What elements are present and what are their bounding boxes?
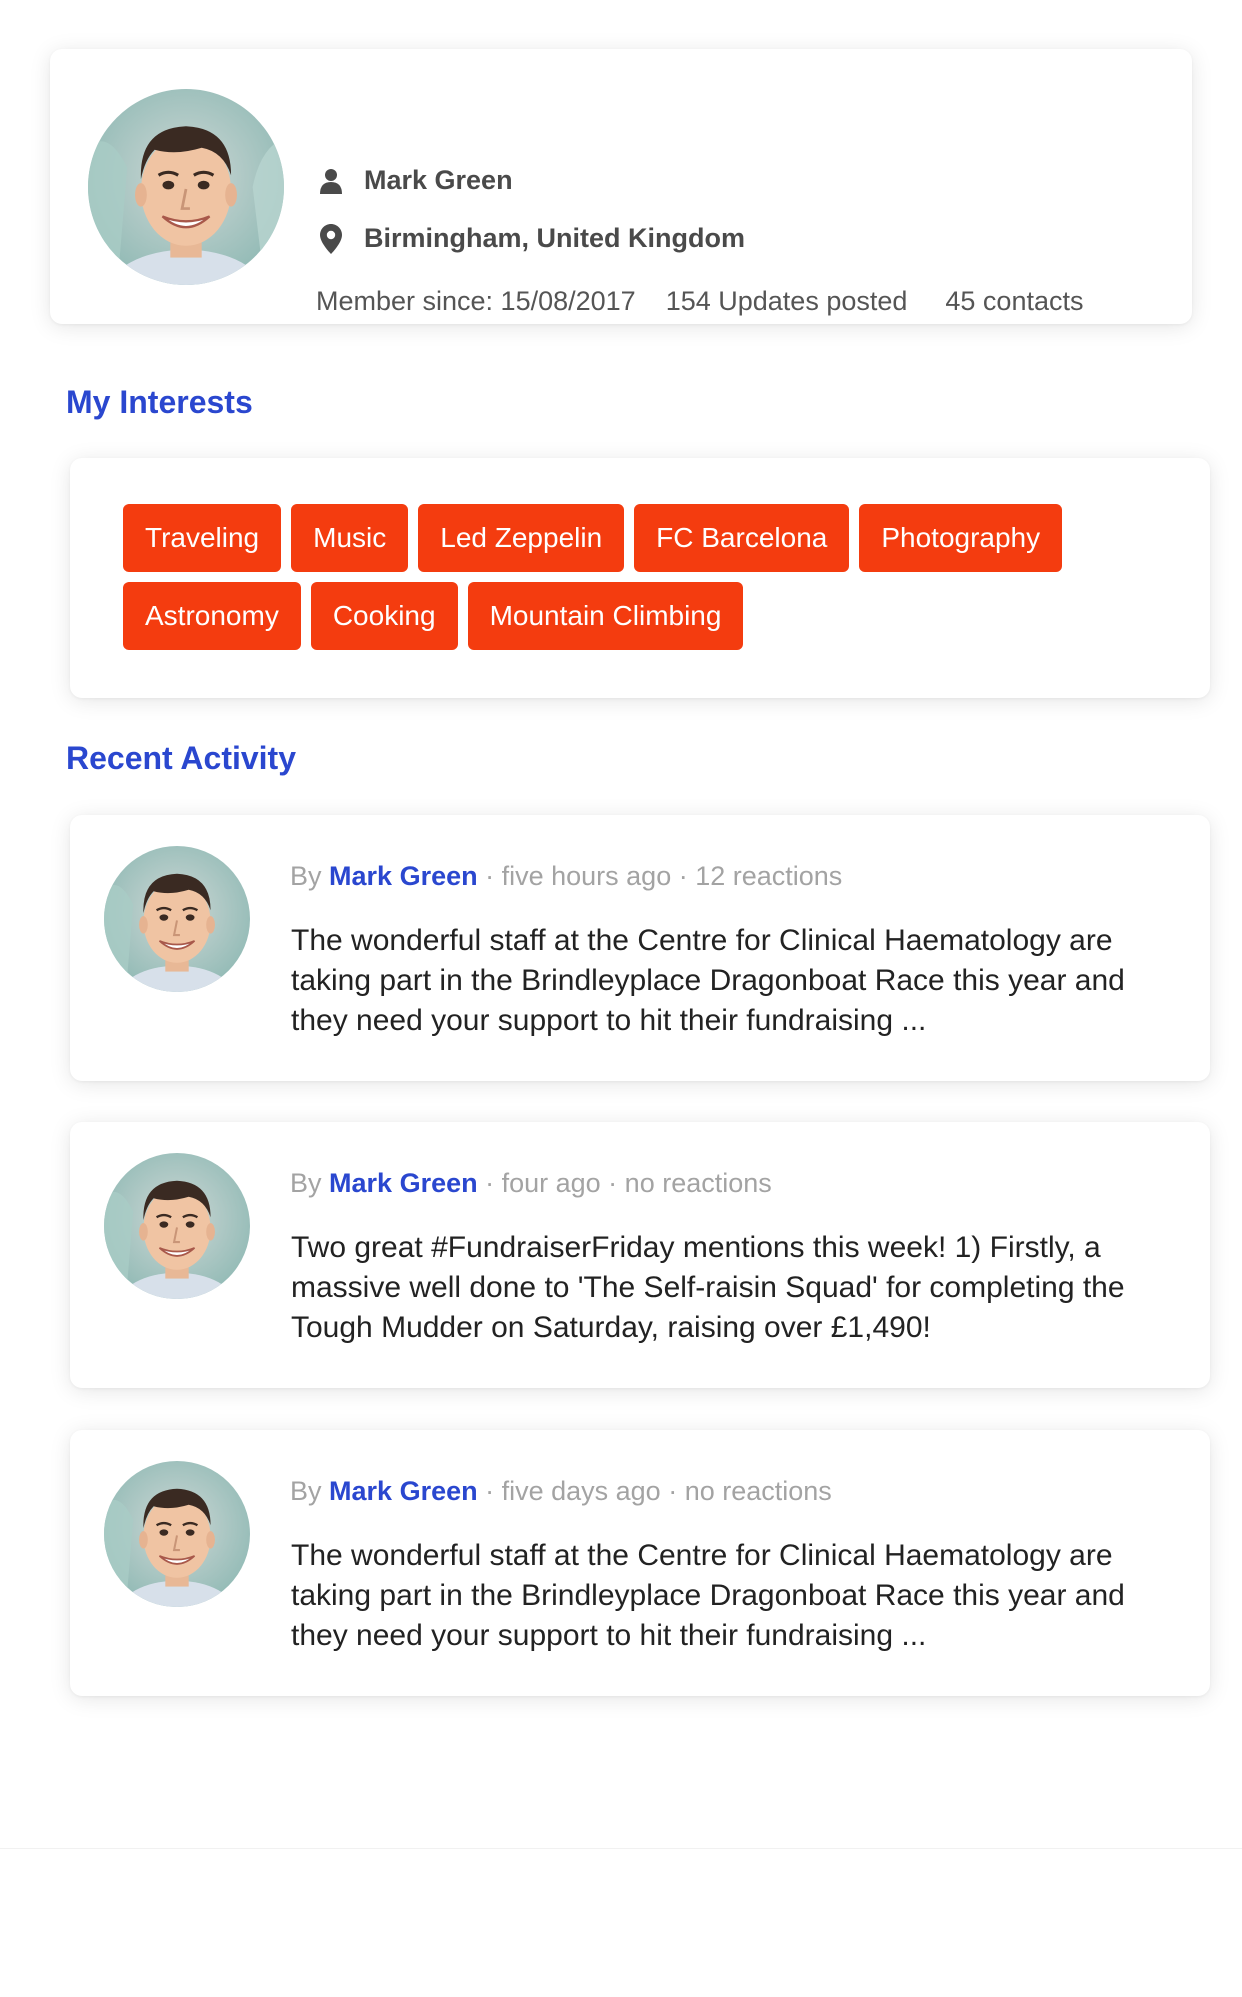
activity-text: The wonderful staff at the Centre for Cl…: [291, 924, 1125, 1037]
profile-name-row: Mark Green: [318, 165, 513, 196]
activity-meta: By Mark Green · four ago · no reactions: [290, 1168, 772, 1199]
avatar-photo-icon: [88, 89, 284, 285]
activity-meta: By Mark Green · five days ago · no react…: [290, 1476, 832, 1507]
activity-item[interactable]: By Mark Green · four ago · no reactions …: [70, 1122, 1210, 1388]
author-link[interactable]: Mark Green: [329, 1168, 478, 1198]
activity-item[interactable]: By Mark Green · five days ago · no react…: [70, 1430, 1210, 1696]
bottom-area: [0, 1848, 1242, 1997]
interest-tag[interactable]: Music: [291, 504, 409, 572]
meta-details: · four ago · no reactions: [477, 1168, 772, 1198]
meta-by: By: [290, 861, 322, 891]
interest-tags: Traveling Music Led Zeppelin FC Barcelon…: [123, 504, 1123, 650]
author-link[interactable]: Mark Green: [329, 861, 478, 891]
interest-tag[interactable]: FC Barcelona: [634, 504, 850, 572]
activity-avatar[interactable]: [104, 846, 250, 992]
activity-meta: By Mark Green · five hours ago · 12 reac…: [290, 861, 842, 892]
meta-details: · five days ago · no reactions: [477, 1476, 832, 1506]
avatar-photo-icon: [104, 1461, 250, 1607]
profile-location: Birmingham, United Kingdom: [364, 223, 745, 253]
interest-tag[interactable]: Photography: [859, 504, 1063, 572]
activity-avatar[interactable]: [104, 1153, 250, 1299]
updates-count[interactable]: 154 Updates posted: [666, 286, 908, 317]
map-pin-icon: [318, 223, 344, 254]
member-since: Member since: 15/08/2017: [316, 286, 636, 316]
interest-tag[interactable]: Led Zeppelin: [418, 504, 625, 572]
interest-tag[interactable]: Astronomy: [123, 582, 301, 650]
interests-card: Traveling Music Led Zeppelin FC Barcelon…: [70, 458, 1210, 698]
profile-avatar[interactable]: [88, 89, 284, 285]
interest-tag[interactable]: Traveling: [123, 504, 282, 572]
profile-location-row: Birmingham, United Kingdom: [318, 223, 745, 254]
activity-item[interactable]: By Mark Green · five hours ago · 12 reac…: [70, 815, 1210, 1081]
avatar-photo-icon: [104, 1153, 250, 1299]
meta-details: · five hours ago · 12 reactions: [477, 861, 843, 891]
avatar-photo-icon: [104, 846, 250, 992]
meta-by: By: [290, 1168, 322, 1198]
profile-card: Mark Green Birmingham, United Kingdom Me…: [50, 49, 1192, 324]
activity-heading: Recent Activity: [66, 740, 296, 776]
author-link[interactable]: Mark Green: [329, 1476, 478, 1506]
activity-avatar[interactable]: [104, 1461, 250, 1607]
interests-heading: My Interests: [66, 384, 253, 420]
interest-tag[interactable]: Mountain Climbing: [467, 582, 744, 650]
user-icon: [318, 166, 344, 196]
profile-stats: Member since: 15/08/2017 154 Updates pos…: [316, 286, 1083, 317]
activity-text: Two great #FundraiserFriday mentions thi…: [291, 1231, 1125, 1344]
contacts-count[interactable]: 45 contacts: [945, 286, 1083, 317]
activity-text: The wonderful staff at the Centre for Cl…: [291, 1539, 1125, 1652]
profile-name: Mark Green: [364, 165, 513, 195]
interest-tag[interactable]: Cooking: [310, 582, 458, 650]
meta-by: By: [290, 1476, 322, 1506]
